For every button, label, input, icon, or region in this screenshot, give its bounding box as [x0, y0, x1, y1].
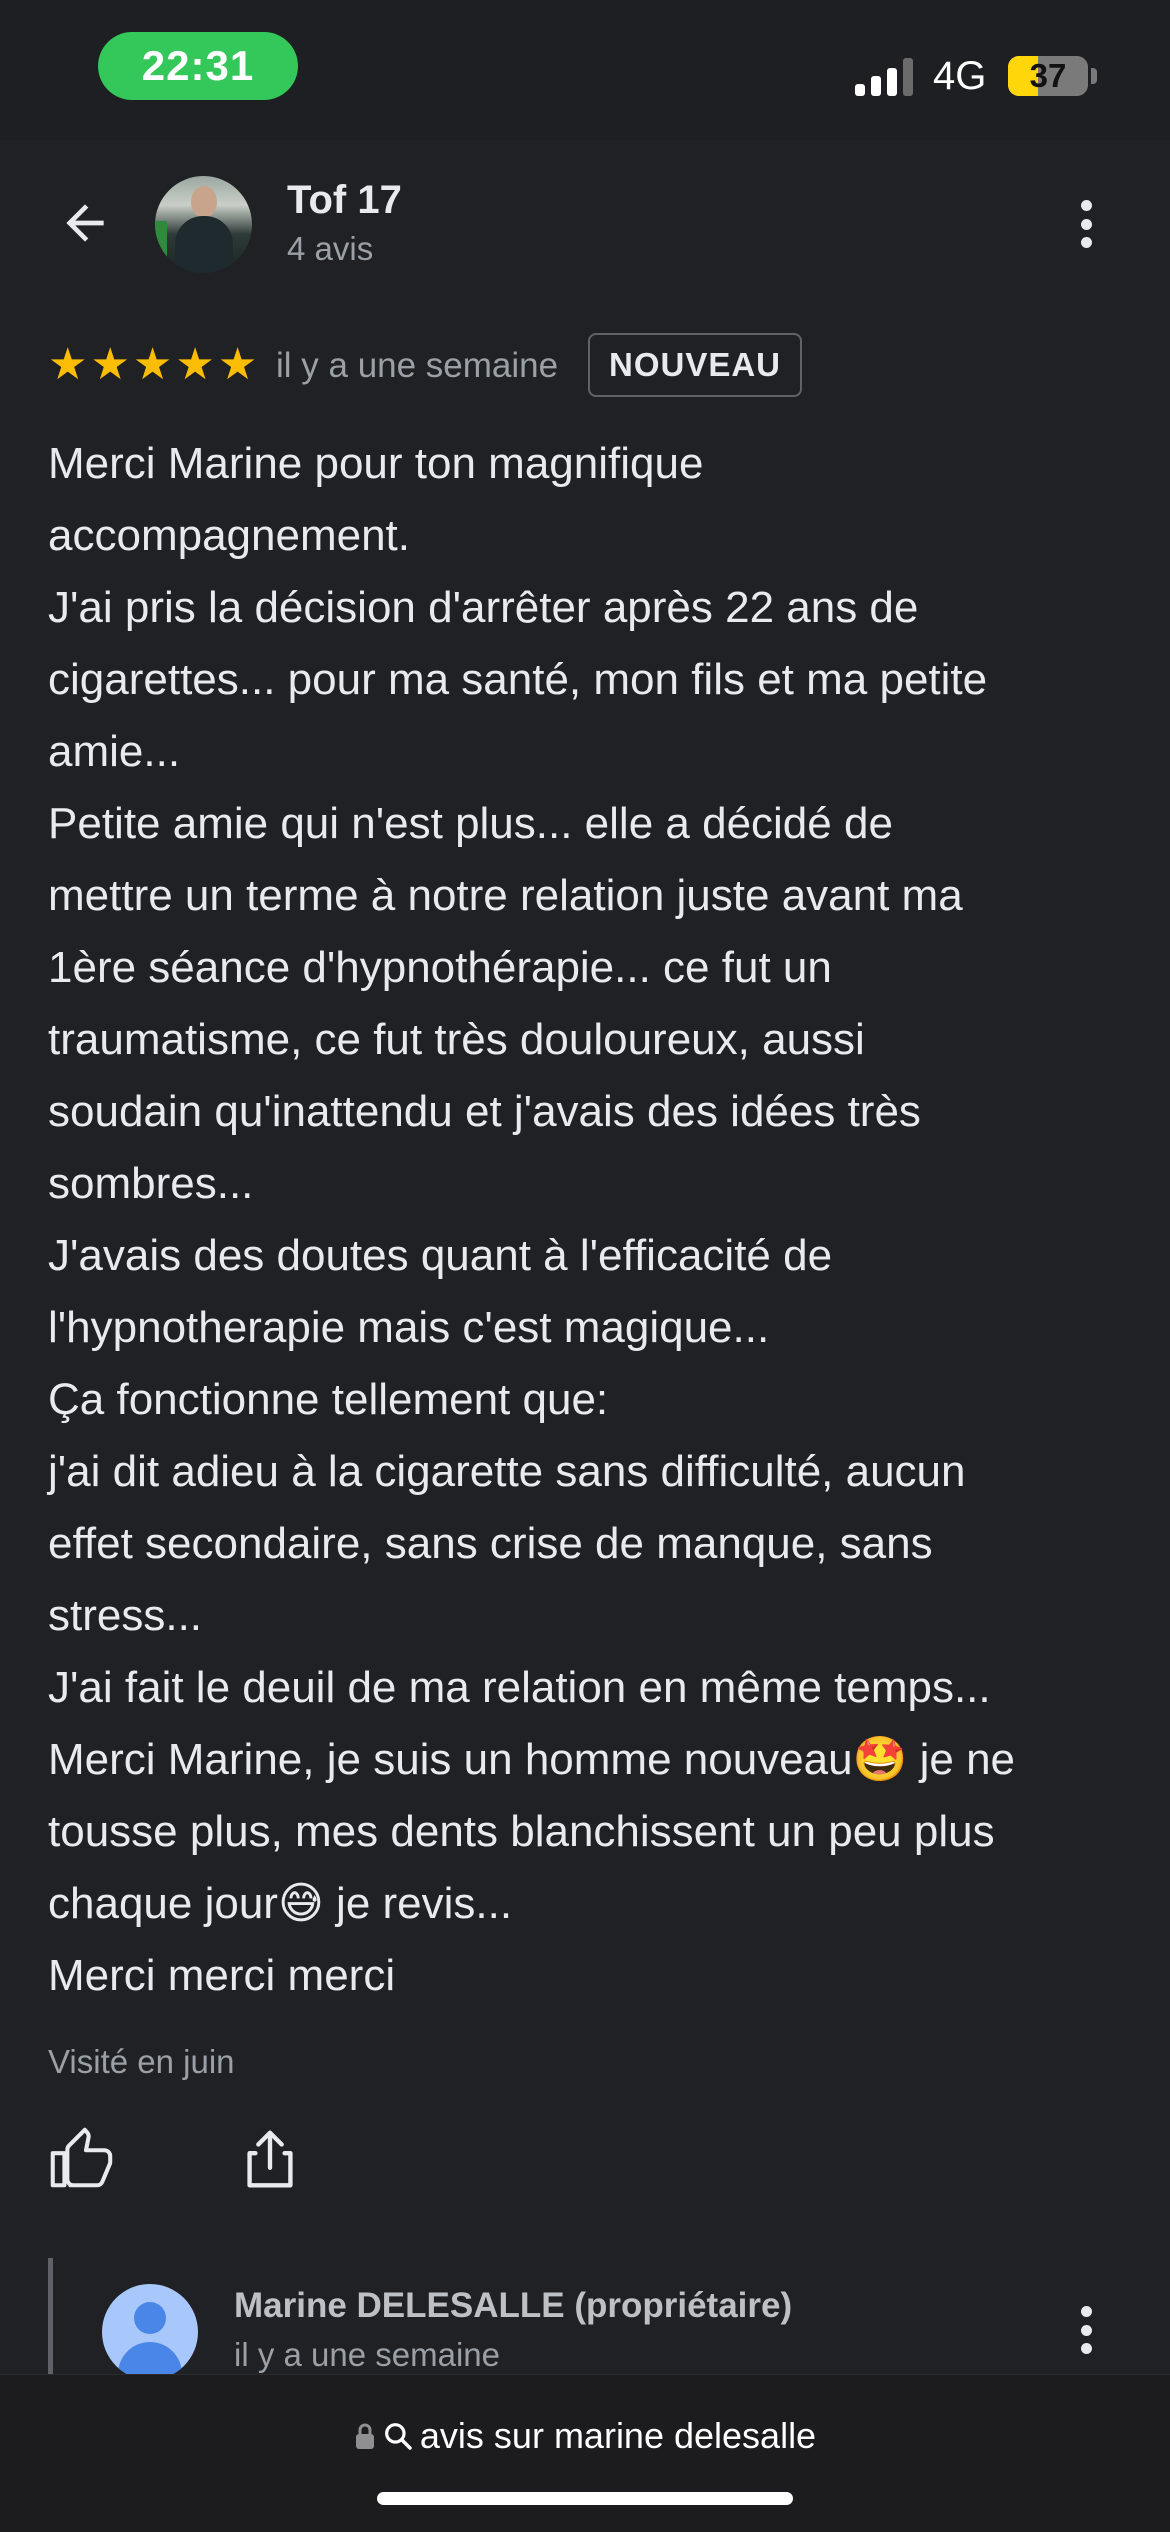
battery-icon: 37 — [1008, 56, 1088, 96]
owner-avatar[interactable] — [102, 2284, 198, 2380]
more-vert-icon — [1080, 200, 1092, 211]
review-line: stress... — [48, 1591, 203, 1640]
review-line: J'ai pris la décision d'arrêter après 22… — [48, 583, 919, 632]
like-button[interactable] — [44, 2124, 114, 2194]
lock-icon — [355, 2423, 374, 2449]
review-line: cigarettes... pour ma santé, mon fils et… — [48, 655, 988, 704]
review-line: tousse plus, mes dents blanchissent un p… — [48, 1807, 995, 1856]
battery-level: 37 — [1029, 57, 1067, 94]
browser-url-bar[interactable]: avis sur marine delesalle — [0, 2374, 1170, 2532]
review-line: soudain qu'inattendu et j'avais des idée… — [48, 1087, 921, 1136]
share-button[interactable] — [235, 2124, 305, 2194]
battery-tip — [1091, 68, 1097, 84]
reviewer-name[interactable]: Tof 17 — [287, 178, 402, 223]
back-button[interactable] — [50, 188, 120, 258]
cellular-signal-icon — [855, 58, 915, 96]
star-icon: ★ — [217, 340, 258, 389]
review-line: Merci merci merci — [48, 1951, 396, 2000]
star-icon: ★ — [90, 340, 130, 389]
review-line: accompagnement. — [48, 511, 410, 560]
owner-name: Marine DELESALLE (propriétaire) — [234, 2286, 793, 2325]
owner-reply-date: il y a une semaine — [234, 2336, 500, 2373]
review-line: Merci Marine, je suis un homme nouveau🤩 … — [48, 1735, 1016, 1784]
new-badge: NOUVEAU — [588, 333, 802, 397]
review-line: amie... — [48, 727, 181, 776]
review-line: J'avais des doutes quant à l'efficacité … — [48, 1231, 833, 1280]
thumb-up-icon — [50, 2127, 113, 2188]
review-line: sombres... — [48, 1159, 254, 1208]
more-vert-icon — [1080, 2306, 1092, 2317]
star-icon: ★ — [48, 340, 88, 389]
review-text: Merci Marine pour ton magnifique accompa… — [48, 428, 1128, 2012]
review-line: Ça fonctionne tellement que: — [48, 1375, 609, 1424]
review-line: chaque jour😅 je revis... — [48, 1879, 513, 1928]
home-indicator[interactable] — [377, 2492, 793, 2505]
star-icon: ★ — [132, 340, 173, 389]
search-icon — [384, 2423, 412, 2450]
review-line: l'hypnotherapie mais c'est magique... — [48, 1303, 770, 1352]
arrow-left-icon — [66, 204, 104, 242]
review-line: mettre un terme à notre relation juste a… — [48, 871, 963, 920]
status-bar: 22:31 4G 37 — [0, 0, 1170, 140]
owner-more-options-button[interactable] — [1060, 2300, 1112, 2360]
reviewer-avatar[interactable] — [155, 176, 252, 273]
star-icon: ★ — [175, 340, 215, 389]
status-time: 22:31 — [98, 32, 298, 100]
reply-divider — [48, 2258, 53, 2378]
review-line: J'ai fait le deuil de ma relation en mêm… — [48, 1663, 991, 1712]
review-line: j'ai dit adieu à la cigarette sans diffi… — [48, 1447, 966, 1496]
visited-date: Visité en juin — [48, 2043, 235, 2080]
review-line: Merci Marine pour ton magnifique — [48, 439, 704, 488]
share-icon — [247, 2130, 293, 2188]
url-text[interactable]: avis sur marine delesalle — [420, 2415, 816, 2457]
review-line: traumatisme, ce fut très douloureux, aus… — [48, 1015, 865, 1064]
review-line: Petite amie qui n'est plus... elle a déc… — [48, 799, 893, 848]
more-options-button[interactable] — [1060, 194, 1112, 254]
star-rating: ★ ★ ★ ★ ★ — [48, 343, 257, 387]
reviewer-review-count: 4 avis — [287, 230, 374, 267]
network-type: 4G — [933, 54, 987, 98]
review-date: il y a une semaine — [276, 346, 559, 385]
review-line: 1ère séance d'hypnothérapie... ce fut un — [48, 943, 832, 992]
review-line: effet secondaire, sans crise de manque, … — [48, 1519, 933, 1568]
